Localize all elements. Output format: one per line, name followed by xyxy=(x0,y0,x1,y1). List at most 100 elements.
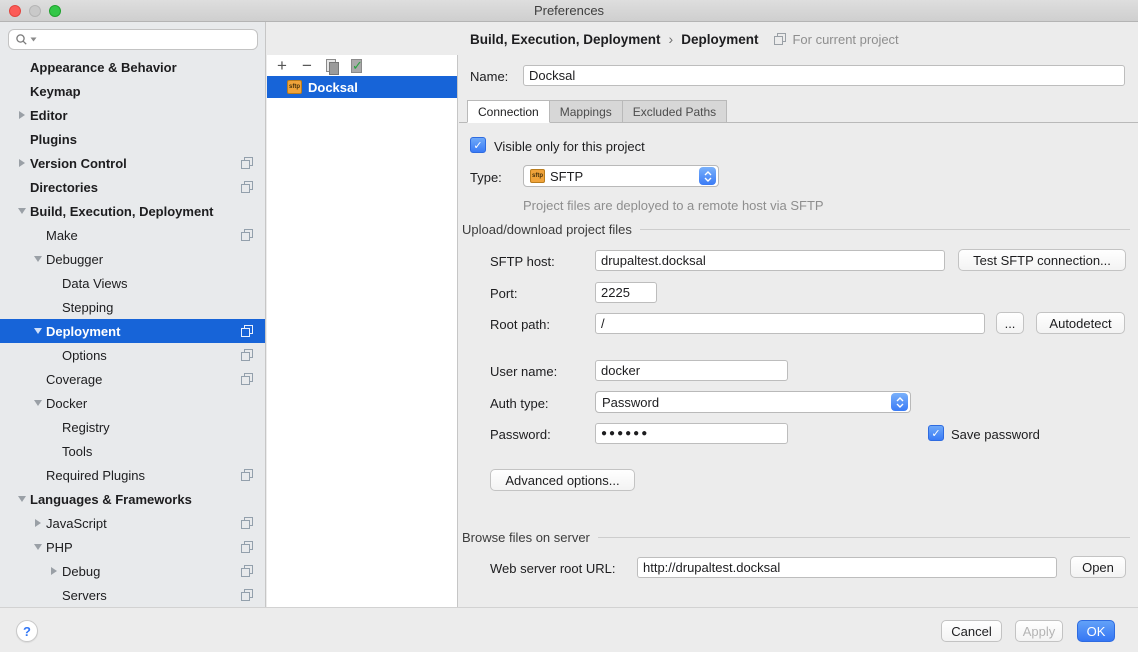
header-bar: Build, Execution, Deployment › Deploymen… xyxy=(267,22,1138,55)
sidebar-item-label: Languages & Frameworks xyxy=(30,492,192,507)
sidebar-item-label: Required Plugins xyxy=(46,468,145,483)
server-item-label: Docksal xyxy=(308,80,358,95)
zoom-button[interactable] xyxy=(49,5,61,17)
chevron-down-icon[interactable] xyxy=(30,542,46,552)
sidebar-item-label: Make xyxy=(46,228,78,243)
title-bar: Preferences xyxy=(0,0,1138,22)
chevron-down-icon[interactable] xyxy=(30,254,46,264)
sidebar-item-appearance-behavior[interactable]: Appearance & Behavior xyxy=(0,55,265,79)
web-root-input[interactable]: http://drupaltest.docksal xyxy=(637,557,1057,578)
upload-section-header: Upload/download project files xyxy=(462,222,1130,237)
remove-button[interactable] xyxy=(296,57,318,75)
per-project-icon xyxy=(241,469,253,481)
chevron-right-icon[interactable] xyxy=(14,110,30,120)
preferences-window: Preferences Appearance & Behavior Keymap E… xyxy=(0,0,1138,652)
sidebar-item-servers[interactable]: Servers xyxy=(0,583,265,607)
sidebar-item-debug[interactable]: Debug xyxy=(0,559,265,583)
per-project-icon xyxy=(241,589,253,601)
sidebar-item-label: Tools xyxy=(62,444,92,459)
server-list-toolbar xyxy=(271,57,368,75)
sidebar-item-version-control[interactable]: Version Control xyxy=(0,151,265,175)
browse-root-path-button[interactable]: ... xyxy=(996,312,1024,334)
search-input[interactable] xyxy=(8,29,258,50)
ok-button[interactable]: OK xyxy=(1077,620,1115,642)
sidebar-item-label: Editor xyxy=(30,108,68,123)
user-name-input[interactable]: docker xyxy=(595,360,788,381)
chevron-right-icon[interactable] xyxy=(14,158,30,168)
sidebar-item-label: Data Views xyxy=(62,276,128,291)
sidebar-item-registry[interactable]: Registry xyxy=(0,415,265,439)
settings-tree: Appearance & Behavior Keymap Editor Plugins… xyxy=(0,55,265,607)
tab-excluded-paths[interactable]: Excluded Paths xyxy=(623,100,727,123)
add-button[interactable] xyxy=(271,57,293,75)
search-options-caret-icon[interactable] xyxy=(30,37,37,42)
sidebar-item-editor[interactable]: Editor xyxy=(0,103,265,127)
type-select[interactable]: SFTP xyxy=(523,165,719,187)
chevron-right-icon[interactable] xyxy=(30,518,46,528)
select-stepper-icon xyxy=(699,167,716,185)
sidebar-item-label: Plugins xyxy=(30,132,77,147)
name-input[interactable]: Docksal xyxy=(523,65,1125,86)
chevron-down-icon[interactable] xyxy=(30,326,46,336)
autodetect-button[interactable]: Autodetect xyxy=(1036,312,1125,334)
auth-type-select[interactable]: Password xyxy=(595,391,911,413)
sftp-host-input[interactable]: drupaltest.docksal xyxy=(595,250,945,271)
no-arrow xyxy=(30,230,46,240)
no-arrow xyxy=(14,134,30,144)
sidebar-item-build-execution-deployment[interactable]: Build, Execution, Deployment xyxy=(0,199,265,223)
sidebar-item-label: Debug xyxy=(62,564,100,579)
sidebar-item-deployment[interactable]: Deployment xyxy=(0,319,265,343)
breadcrumb-section[interactable]: Build, Execution, Deployment xyxy=(470,32,661,47)
apply-button[interactable]: Apply xyxy=(1015,620,1063,642)
port-input[interactable]: 2225 xyxy=(595,282,657,303)
select-stepper-icon xyxy=(891,393,908,411)
password-input[interactable]: ●●●●●● xyxy=(595,423,788,444)
sidebar-item-languages-frameworks[interactable]: Languages & Frameworks xyxy=(0,487,265,511)
sidebar-item-php[interactable]: PHP xyxy=(0,535,265,559)
per-project-icon xyxy=(241,325,253,337)
no-arrow xyxy=(14,182,30,192)
chevron-right-icon[interactable] xyxy=(46,566,62,576)
sidebar-item-plugins[interactable]: Plugins xyxy=(0,127,265,151)
sidebar-item-options[interactable]: Options xyxy=(0,343,265,367)
sidebar-item-directories[interactable]: Directories xyxy=(0,175,265,199)
no-arrow xyxy=(30,470,46,480)
sidebar-item-data-views[interactable]: Data Views xyxy=(0,271,265,295)
save-password-checkbox[interactable]: ✓ xyxy=(928,425,944,441)
sidebar-item-stepping[interactable]: Stepping xyxy=(0,295,265,319)
sidebar-item-coverage[interactable]: Coverage xyxy=(0,367,265,391)
sidebar-item-label: Keymap xyxy=(30,84,81,99)
visible-only-checkbox[interactable]: ✓ xyxy=(470,137,486,153)
server-item-docksal[interactable]: Docksal xyxy=(267,76,457,98)
copy-button[interactable] xyxy=(321,57,343,75)
sidebar-item-tools[interactable]: Tools xyxy=(0,439,265,463)
sidebar-item-javascript[interactable]: JavaScript xyxy=(0,511,265,535)
chevron-down-icon[interactable] xyxy=(14,206,30,216)
upload-section-title: Upload/download project files xyxy=(462,222,632,237)
sidebar-item-label: Docker xyxy=(46,396,87,411)
cancel-button[interactable]: Cancel xyxy=(941,620,1002,642)
visible-only-label: Visible only for this project xyxy=(494,139,645,154)
root-path-input[interactable]: / xyxy=(595,313,985,334)
sidebar-item-keymap[interactable]: Keymap xyxy=(0,79,265,103)
advanced-options-button[interactable]: Advanced options... xyxy=(490,469,635,491)
minimize-button[interactable] xyxy=(29,5,41,17)
per-project-icon xyxy=(241,181,253,193)
sidebar-item-make[interactable]: Make xyxy=(0,223,265,247)
no-arrow xyxy=(46,590,62,600)
chevron-down-icon[interactable] xyxy=(30,398,46,408)
chevron-down-icon[interactable] xyxy=(14,494,30,504)
sidebar-item-required-plugins[interactable]: Required Plugins xyxy=(0,463,265,487)
auth-type-select-value: Password xyxy=(602,395,886,410)
tab-mappings[interactable]: Mappings xyxy=(550,100,623,123)
open-button[interactable]: Open xyxy=(1070,556,1126,578)
test-sftp-connection-button[interactable]: Test SFTP connection... xyxy=(958,249,1126,271)
tab-connection[interactable]: Connection xyxy=(467,100,550,123)
close-button[interactable] xyxy=(9,5,21,17)
window-title: Preferences xyxy=(534,3,604,18)
sidebar-item-debugger[interactable]: Debugger xyxy=(0,247,265,271)
no-arrow xyxy=(46,446,62,456)
help-button[interactable]: ? xyxy=(16,620,38,642)
use-as-default-button[interactable] xyxy=(346,57,368,75)
sidebar-item-docker[interactable]: Docker xyxy=(0,391,265,415)
